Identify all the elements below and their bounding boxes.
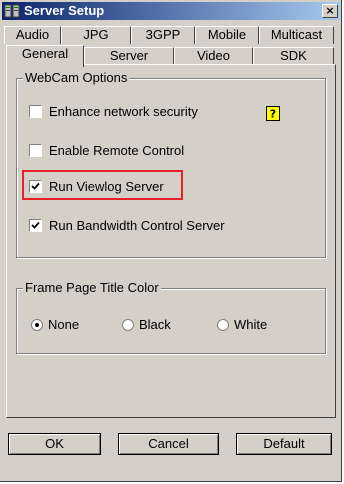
radio-button[interactable] [217, 319, 229, 331]
tab-video[interactable]: Video [174, 47, 253, 65]
radio-none[interactable]: None [31, 317, 101, 333]
checkbox-box[interactable] [29, 144, 42, 157]
tab-jpg[interactable]: JPG [61, 26, 131, 44]
question-icon[interactable]: ? [266, 106, 280, 121]
check-icon [31, 221, 40, 229]
window-title: Server Setup [24, 3, 105, 18]
radio-button-selected[interactable] [31, 319, 43, 331]
default-button[interactable]: Default [236, 433, 332, 455]
check-icon [31, 182, 40, 190]
radio-black[interactable]: Black [122, 317, 192, 333]
title-bar[interactable]: Server Setup × [2, 2, 340, 20]
checkbox-box[interactable] [29, 219, 42, 232]
checkbox-label: Run Viewlog Server [49, 179, 164, 194]
tab-3gpp[interactable]: 3GPP [131, 26, 195, 44]
checkbox-label: Enable Remote Control [49, 143, 185, 158]
tab-audio[interactable]: Audio [4, 26, 61, 44]
general-tab-panel: WebCam Options Enhance network security … [6, 64, 336, 418]
radio-white[interactable]: White [217, 317, 287, 333]
checkbox-box[interactable] [29, 180, 42, 193]
frame-title-color-title: Frame Page Title Color [23, 280, 161, 296]
app-icon [4, 4, 20, 18]
tab-mobile[interactable]: Mobile [195, 26, 259, 44]
radio-label: None [48, 317, 80, 332]
enable-remote-control-checkbox[interactable]: Enable Remote Control [29, 143, 259, 159]
tab-sdk[interactable]: SDK [253, 47, 334, 65]
radio-label: White [234, 317, 268, 332]
server-setup-window: Server Setup × Audio JPG 3GPP Mobile Mul… [0, 0, 342, 482]
cancel-button[interactable]: Cancel [118, 433, 219, 455]
frame-title-color-group: Frame Page Title Color None Black White [16, 280, 326, 354]
run-viewlog-server-checkbox[interactable]: Run Viewlog Server [29, 179, 179, 195]
tab-multicast[interactable]: Multicast [259, 26, 334, 44]
checkbox-label: Enhance network security [49, 104, 198, 119]
close-button[interactable]: × [322, 4, 338, 18]
enhance-security-checkbox[interactable]: Enhance network security [29, 104, 259, 120]
webcam-options-title: WebCam Options [23, 70, 130, 86]
checkbox-label: Run Bandwidth Control Server [49, 218, 225, 233]
radio-button[interactable] [122, 319, 134, 331]
run-bandwidth-control-checkbox[interactable]: Run Bandwidth Control Server [29, 218, 289, 234]
radio-label: Black [139, 317, 171, 332]
ok-button[interactable]: OK [8, 433, 101, 455]
checkbox-box[interactable] [29, 105, 42, 118]
tab-general[interactable]: General [6, 45, 84, 67]
webcam-options-group: WebCam Options Enhance network security … [16, 70, 326, 258]
svg-text:?: ? [270, 108, 276, 121]
close-icon: × [325, 4, 335, 17]
tab-server[interactable]: Server [84, 47, 174, 65]
